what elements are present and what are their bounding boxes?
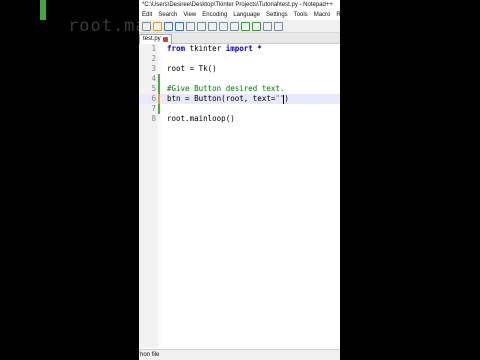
line-number: 2 — [151, 54, 156, 63]
keyword-import: import — [225, 44, 253, 53]
unsaved-change-marker — [158, 94, 160, 104]
code-comment: #Give Button desired text. — [167, 84, 285, 93]
zoom-icon[interactable] — [274, 21, 283, 31]
undo-icon[interactable] — [241, 21, 250, 31]
line-number: 3 — [151, 64, 156, 73]
unsaved-icon — [162, 37, 168, 42]
menu-settings[interactable]: Settings — [263, 12, 291, 18]
code-line-6: 6 btn = Button(root, text="") — [139, 94, 340, 104]
open-icon[interactable] — [153, 21, 162, 31]
menu-view[interactable]: View — [180, 12, 199, 18]
save-all-icon[interactable] — [175, 21, 184, 31]
print-icon[interactable] — [197, 21, 206, 31]
line-number: 8 — [151, 114, 156, 123]
close-icon[interactable] — [186, 21, 195, 31]
keyword-from: from — [167, 44, 186, 53]
code-text: root = Tk() — [167, 64, 217, 73]
code-editor[interactable]: 1 from tkinter import * 2 3 root = Tk() … — [139, 44, 340, 348]
code-text: , text= — [243, 94, 276, 103]
code-line-3: 3 root = Tk() — [139, 64, 340, 74]
menu-tools[interactable]: Tools — [291, 12, 311, 18]
tab-test-py[interactable]: test.py — [139, 34, 172, 44]
line-number: 7 — [151, 104, 156, 113]
saved-change-marker — [158, 74, 160, 84]
line-number: 6 — [151, 94, 156, 103]
title-bar: *C:\Users\Desiree\Desktop\Tkinter Projec… — [139, 0, 340, 10]
tab-bar: test.py — [139, 33, 340, 44]
copy-icon[interactable] — [219, 21, 228, 31]
code-line-2: 2 — [139, 54, 340, 64]
redo-icon[interactable] — [252, 21, 261, 31]
code-text: btn = Button(root — [167, 94, 244, 103]
code-line-8: 8 root.mainloop() — [139, 114, 340, 124]
menu-bar: Edit Search View Encoding Language Setti… — [139, 10, 340, 20]
status-bar: hon file — [139, 349, 340, 360]
module-name: tkinter — [185, 44, 226, 53]
tab-label: test.py — [143, 36, 161, 42]
toolbar — [139, 20, 340, 33]
line-number: 1 — [151, 44, 156, 53]
line-number: 4 — [151, 74, 156, 83]
menu-run[interactable]: Ru — [333, 12, 340, 18]
menu-language[interactable]: Language — [230, 12, 263, 18]
code-line-7: 7 — [139, 104, 340, 114]
import-star: * — [252, 44, 262, 53]
paste-icon[interactable] — [230, 21, 239, 31]
code-line-4: 4 — [139, 74, 340, 84]
menu-edit[interactable]: Edit — [139, 12, 155, 18]
save-icon[interactable] — [164, 21, 173, 31]
new-file-icon[interactable] — [142, 21, 151, 31]
saved-change-marker — [158, 84, 160, 94]
saved-change-marker — [158, 104, 160, 114]
find-icon[interactable] — [263, 21, 272, 31]
background-change-bar — [40, 0, 46, 20]
line-number: 5 — [151, 84, 156, 93]
code-text: ) — [284, 94, 289, 103]
background-code-fragment: root.ma — [68, 16, 147, 36]
menu-macro[interactable]: Macro — [311, 12, 334, 18]
menu-encoding[interactable]: Encoding — [199, 12, 230, 18]
menu-search[interactable]: Search — [155, 12, 180, 18]
notepadpp-window: *C:\Users\Desiree\Desktop\Tkinter Projec… — [139, 0, 340, 360]
code-line-1: 1 from tkinter import * — [139, 44, 340, 54]
code-line-5: 5 #Give Button desired text. — [139, 84, 340, 94]
code-text: root.mainloop() — [167, 114, 235, 123]
cut-icon[interactable] — [208, 21, 217, 31]
